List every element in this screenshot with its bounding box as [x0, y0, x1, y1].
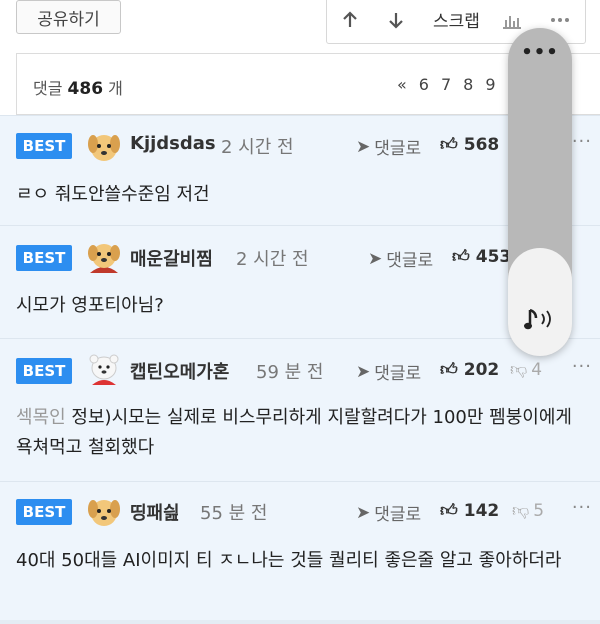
- pager-prev[interactable]: «: [397, 75, 407, 94]
- thumbs-down-icon: 👎︎: [510, 360, 528, 380]
- stats-icon[interactable]: [501, 9, 523, 31]
- comment-body: 섹목인 정보)시모는 실제로 비스무리하게 지랄할려다가 100만 펨붕이에게 …: [16, 403, 586, 463]
- reply-button[interactable]: ➤ 댓글로: [356, 134, 421, 160]
- volume-menu-icon[interactable]: •••: [508, 42, 572, 63]
- comment-body: ㄹㅇ 줘도안쓸수준임 저건: [16, 184, 210, 205]
- comment-text: 정보)시모는 실제로 비스무리하게 지랄할려다가 100만 펨붕이에게 욕쳐먹고…: [16, 407, 572, 458]
- arrow-up-icon[interactable]: [339, 9, 361, 31]
- pagination: « 6 7 8 9: [397, 75, 496, 94]
- more-icon[interactable]: ···: [572, 497, 592, 518]
- best-badge: BEST: [16, 245, 72, 271]
- scrap-button[interactable]: 스크랩: [433, 7, 480, 32]
- send-icon: ➤: [368, 248, 383, 269]
- comment-body: 40대 50대들 AI이미지 티 ㅈㄴ나는 것들 퀄리티 좋은줄 알고 좋아하더…: [16, 550, 562, 571]
- volume-slider[interactable]: •••: [508, 28, 572, 356]
- more-icon[interactable]: ···: [572, 131, 592, 152]
- more-icon[interactable]: ···: [572, 356, 592, 377]
- send-icon: ➤: [356, 361, 371, 382]
- comment-time: 55 분 전: [200, 503, 268, 524]
- send-icon: ➤: [356, 136, 371, 157]
- comment-author[interactable]: 캡틴오메가혼: [130, 358, 229, 384]
- dislike-button[interactable]: 👎︎ 5: [512, 500, 544, 522]
- best-badge: BEST: [16, 499, 72, 525]
- pager-page[interactable]: 8: [463, 75, 473, 94]
- reply-button[interactable]: ➤ 댓글로: [356, 500, 421, 526]
- puppy-avatar-icon[interactable]: [86, 239, 122, 275]
- music-note-icon[interactable]: [522, 304, 558, 334]
- comment-source[interactable]: 섹목인: [16, 407, 66, 428]
- pager-page[interactable]: 7: [441, 75, 451, 94]
- comment-author[interactable]: 매운갈비찜: [130, 245, 213, 271]
- comment-time: 2 시간 전: [221, 137, 294, 158]
- volume-level-fill[interactable]: [508, 248, 572, 356]
- thumbs-up-icon: 👍︎: [452, 247, 470, 267]
- thumbs-up-icon: 👍︎: [440, 135, 458, 155]
- like-button[interactable]: 👍︎ 142: [440, 500, 499, 522]
- like-button[interactable]: 👍︎ 568: [440, 134, 499, 156]
- divider: [0, 620, 600, 624]
- puppy-avatar-icon[interactable]: [86, 128, 122, 164]
- comment-count: 댓글 486 개: [33, 79, 123, 99]
- reply-button[interactable]: ➤ 댓글로: [356, 359, 421, 385]
- best-badge: BEST: [16, 358, 72, 384]
- reply-button[interactable]: ➤ 댓글로: [368, 246, 433, 272]
- comment-item: BEST 캡틴오메가혼 59 분 전 ➤ 댓글로 👍︎ 202 👎︎ 4 ··· 섹목…: [0, 338, 600, 481]
- best-badge: BEST: [16, 133, 72, 159]
- comment-item: BEST 띵패싎 55 분 전 ➤ 댓글로 👍︎ 142 👎︎ 5 ··· 40대 5…: [0, 481, 600, 620]
- pager-page[interactable]: 6: [419, 75, 429, 94]
- thumbs-down-icon: 👎︎: [512, 501, 530, 521]
- share-button[interactable]: 공유하기: [16, 0, 121, 34]
- pager-page[interactable]: 9: [485, 75, 495, 94]
- like-button[interactable]: 👍︎ 202: [440, 359, 499, 381]
- more-icon[interactable]: [549, 9, 571, 31]
- comment-time: 59 분 전: [256, 362, 324, 383]
- polar-bear-avatar-icon[interactable]: [86, 351, 122, 387]
- like-button[interactable]: 👍︎ 453: [452, 246, 511, 268]
- comment-time: 2 시간 전: [236, 249, 309, 270]
- dislike-button[interactable]: 👎︎ 4: [510, 359, 542, 381]
- comment-author[interactable]: 띵패싎: [130, 499, 180, 525]
- thumbs-up-icon: 👍︎: [440, 501, 458, 521]
- puppy-avatar-icon[interactable]: [86, 493, 122, 529]
- comment-author[interactable]: Kjjdsdas: [130, 133, 216, 154]
- arrow-down-icon[interactable]: [385, 9, 407, 31]
- send-icon: ➤: [356, 502, 371, 523]
- comment-body: 시모가 영포티아님?: [16, 295, 164, 316]
- thumbs-up-icon: 👍︎: [440, 360, 458, 380]
